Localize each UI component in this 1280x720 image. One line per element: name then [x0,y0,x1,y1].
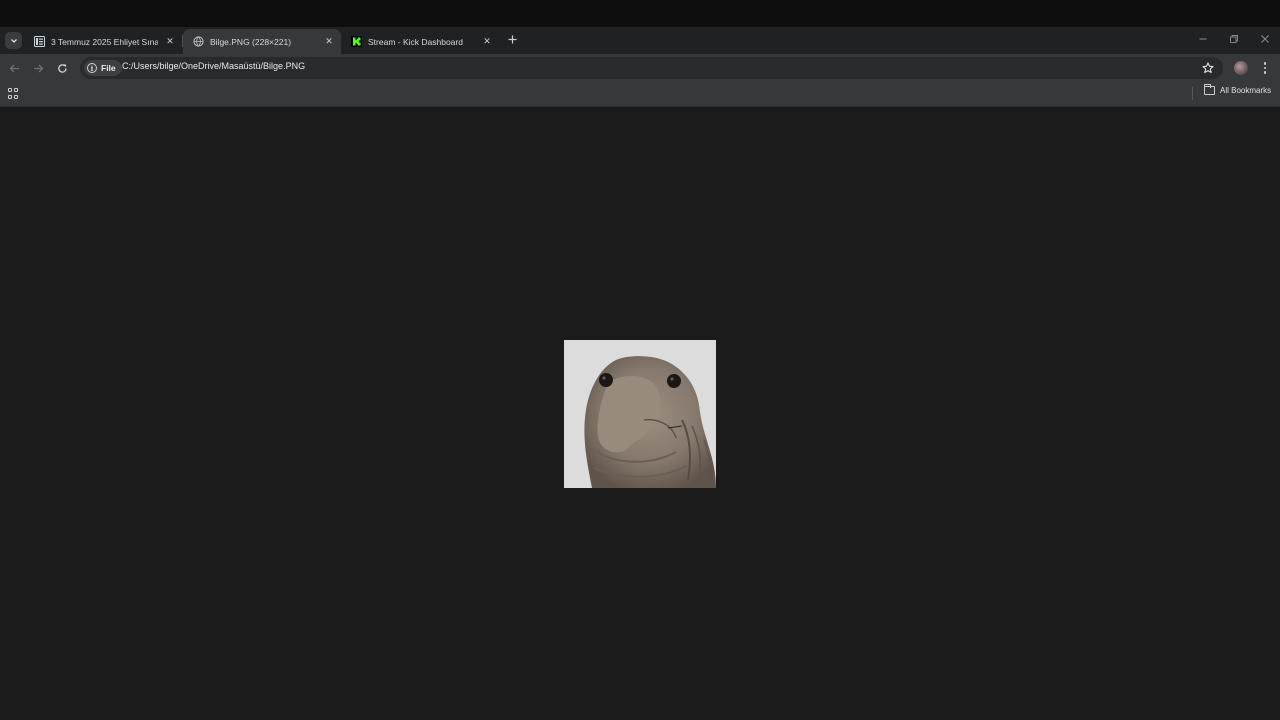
tab-search-button[interactable] [5,32,22,49]
document-e-icon [34,36,45,47]
globe-icon [193,36,204,47]
title-bar [0,0,1280,27]
restore-button[interactable] [1225,32,1243,48]
close-icon[interactable]: ✕ [323,36,335,48]
bookmarks-bar [0,82,1280,107]
tab-kick-dashboard[interactable]: Stream - Kick Dashboard ✕ [341,29,499,54]
arrow-left-icon [9,64,19,72]
info-icon: i [87,63,97,73]
forward-button[interactable] [30,60,46,76]
minimize-button[interactable] [1194,32,1212,48]
plus-icon [508,35,516,44]
restore-icon [1230,35,1238,43]
profile-avatar[interactable] [1234,61,1248,75]
new-tab-button[interactable] [504,32,520,48]
tab-bilge-png[interactable]: Bilge.PNG (228×221) ✕ [183,29,341,54]
minimize-icon [1199,38,1207,40]
tab-title: 3 Temmuz 2025 Ehliyet Sınav S [51,36,158,47]
site-info-label: File [101,63,116,73]
tab-ehliyet[interactable]: 3 Temmuz 2025 Ehliyet Sınav S ✕ [24,29,182,54]
url-text[interactable]: C:/Users/bilge/OneDrive/Masaüstü/Bilge.P… [122,61,305,71]
seal-face-image [564,340,716,488]
browser-window: 3 Temmuz 2025 Ehliyet Sınav S ✕ Bilge.PN… [0,0,1280,720]
reload-icon [57,63,67,73]
displayed-image[interactable] [564,340,716,488]
bookmark-star-button[interactable] [1200,60,1216,76]
all-bookmarks-label: All Bookmarks [1220,86,1272,95]
close-icon [1261,35,1269,43]
kick-k-icon [351,36,362,47]
bookmarks-divider [1192,87,1193,100]
site-info-chip[interactable]: i File [84,60,122,76]
more-menu-button[interactable] [1258,60,1272,76]
apps-grid-icon[interactable] [8,88,19,99]
tab-title: Bilge.PNG (228×221) [210,36,292,47]
arrow-right-icon [33,64,43,72]
back-button[interactable] [6,60,22,76]
star-icon [1202,62,1214,74]
dot [1263,62,1267,65]
chevron-down-icon [10,38,17,43]
close-icon[interactable]: ✕ [164,36,176,48]
dot [1263,71,1267,74]
all-bookmarks-button[interactable]: All Bookmarks [1204,84,1272,95]
reload-button[interactable] [54,60,70,76]
dot [1263,66,1267,70]
tab-title: Stream - Kick Dashboard [368,36,463,47]
folder-icon [1204,84,1215,95]
close-icon[interactable]: ✕ [481,36,493,48]
close-window-button[interactable] [1256,32,1274,48]
